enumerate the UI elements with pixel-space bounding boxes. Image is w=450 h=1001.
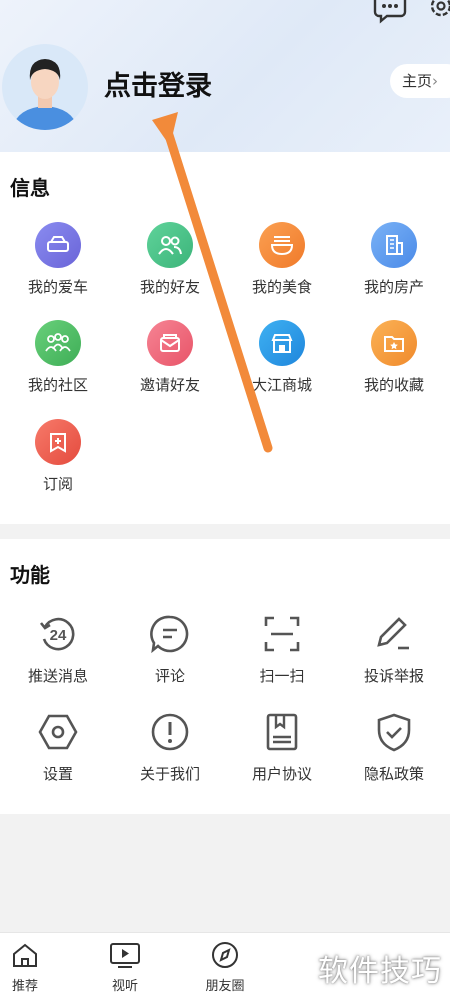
function-item-label: 设置: [42, 765, 73, 783]
video-icon: [110, 943, 140, 968]
function-item-label: 推送消息: [27, 667, 88, 685]
home-icon: [13, 943, 37, 967]
tab-label: 推荐: [11, 979, 38, 994]
function-item-label: 评论: [154, 667, 185, 685]
shop-icon: [259, 320, 305, 366]
info-item-label: 我的爱车: [27, 278, 88, 296]
scan-icon: [259, 611, 305, 657]
login-prompt[interactable]: 点击登录: [104, 64, 212, 103]
info-item-label: 邀请好友: [139, 376, 200, 394]
function-item-scan[interactable]: 扫一扫: [226, 611, 338, 686]
info-section-title: 信息: [10, 176, 50, 200]
function-item-privacy[interactable]: 隐私政策: [338, 709, 450, 784]
function-item-comment[interactable]: 评论: [114, 611, 226, 686]
info-item-invite[interactable]: 邀请好友: [114, 320, 226, 395]
info-item-label: 订阅: [42, 475, 73, 493]
functions-section-title: 功能: [10, 563, 50, 587]
info-item-label: 我的好友: [139, 278, 200, 296]
chevron-right-icon: ›: [432, 72, 439, 90]
function-item-push[interactable]: 24 推送消息: [2, 611, 114, 686]
community-icon: [35, 320, 81, 366]
tab-moments[interactable]: 朋友圈: [190, 941, 260, 994]
svg-text:24: 24: [50, 627, 67, 644]
tab-video[interactable]: 视听: [90, 941, 160, 994]
function-item-settings[interactable]: 设置: [2, 709, 114, 784]
info-item-community[interactable]: 我的社区: [2, 320, 114, 395]
info-section: 信息 我的爱车 我的好友 我的美食 我的房产 我的社区 邀请好友 大江商城 我的…: [0, 152, 450, 524]
comment-icon: [147, 611, 193, 657]
settings-gear-icon[interactable]: [424, 0, 450, 26]
friends-icon: [147, 222, 193, 268]
food-icon: [259, 222, 305, 268]
info-item-label: 我的社区: [27, 376, 88, 394]
tab-label: 朋友圈: [205, 979, 245, 994]
tab-label: 视听: [111, 979, 138, 994]
home-page-button[interactable]: 主页›: [390, 64, 450, 98]
function-item-label: 投诉举报: [363, 667, 424, 685]
function-item-label: 关于我们: [139, 765, 200, 783]
watermark-text: 软件技巧: [318, 954, 442, 989]
function-item-report[interactable]: 投诉举报: [338, 611, 450, 686]
settings-icon: [35, 709, 81, 755]
function-item-label: 隐私政策: [363, 765, 424, 783]
info-item-car[interactable]: 我的爱车: [2, 222, 114, 297]
building-icon: [371, 222, 417, 268]
invite-icon: [147, 320, 193, 366]
info-item-shop[interactable]: 大江商城: [226, 320, 338, 395]
info-item-subscribe[interactable]: 订阅: [2, 419, 114, 494]
favorite-icon: [371, 320, 417, 366]
functions-section: 功能 24 推送消息 评论 扫一扫 投诉举报 设置 关于我们 用户协议 隐私政策: [0, 539, 450, 814]
tab-recommend[interactable]: 推荐: [0, 941, 60, 994]
function-item-label: 扫一扫: [259, 667, 305, 685]
privacy-shield-icon: [371, 709, 417, 755]
about-icon: [147, 709, 193, 755]
profile-header: 点击登录 主页›: [0, 0, 450, 152]
subscribe-icon: [35, 419, 81, 465]
info-item-label: 大江商城: [251, 376, 312, 394]
home-button-label: 主页: [402, 72, 433, 90]
message-icon[interactable]: [373, 0, 407, 26]
function-item-label: 用户协议: [251, 765, 312, 783]
info-item-property[interactable]: 我的房产: [338, 222, 450, 297]
push-24-icon: 24: [35, 611, 81, 657]
function-item-about[interactable]: 关于我们: [114, 709, 226, 784]
info-item-food[interactable]: 我的美食: [226, 222, 338, 297]
info-item-label: 我的房产: [363, 278, 424, 296]
info-item-friends[interactable]: 我的好友: [114, 222, 226, 297]
car-icon: [35, 222, 81, 268]
avatar[interactable]: [2, 44, 88, 130]
compass-icon: [212, 942, 238, 968]
info-item-favorites[interactable]: 我的收藏: [338, 320, 450, 395]
agreement-icon: [259, 709, 305, 755]
info-item-label: 我的美食: [251, 278, 312, 296]
function-item-agreement[interactable]: 用户协议: [226, 709, 338, 784]
report-icon: [371, 611, 417, 657]
info-item-label: 我的收藏: [363, 376, 424, 394]
